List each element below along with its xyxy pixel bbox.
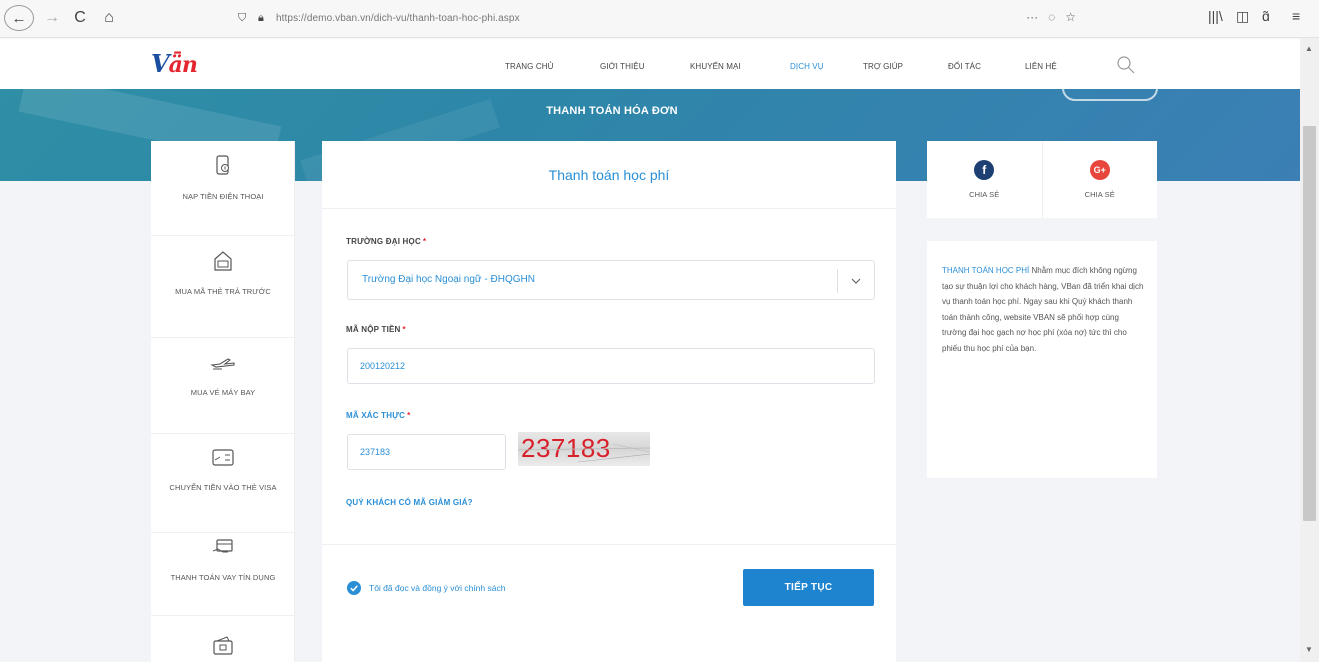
nav-khuyen-mai[interactable]: KHUYẾN MẠI bbox=[690, 62, 741, 71]
continue-button[interactable]: TIẾP TỤC bbox=[743, 569, 874, 606]
share-google-button[interactable]: G+ CHIA SẺ bbox=[1041, 141, 1158, 218]
info-highlight: THANH TOÁN HỌC PHÍ bbox=[942, 266, 1030, 275]
captcha-input[interactable]: 237183 bbox=[347, 434, 506, 470]
sidebar-item-ve-may-bay[interactable]: MUA VÉ MÁY BAY bbox=[151, 338, 295, 434]
share-facebook-button[interactable]: f CHIA SẺ bbox=[927, 141, 1042, 218]
scroll-up-icon[interactable]: ▲ bbox=[1305, 44, 1313, 53]
scroll-thumb[interactable] bbox=[1303, 126, 1316, 521]
nav-dich-vu[interactable]: DỊCH VỤ bbox=[790, 62, 824, 71]
extension-icon[interactable]: ɑ̃ bbox=[1262, 8, 1270, 24]
captcha-label: MÃ XÁC THỰC * bbox=[346, 411, 411, 420]
share-card: f CHIA SẺ G+ CHIA SẺ bbox=[927, 141, 1157, 218]
service-sidebar: NẠP TIỀN ĐIỆN THOẠI MUA MÃ THẺ TRẢ TRƯỚC… bbox=[151, 141, 295, 662]
pocket-icon[interactable]: ◌ bbox=[1048, 10, 1055, 24]
share-google-label: CHIA SẺ bbox=[1084, 190, 1115, 199]
sidebar-item-nap-tien[interactable]: NẠP TIỀN ĐIỆN THOẠI bbox=[151, 141, 295, 236]
payment-code-input[interactable]: 200120212 bbox=[347, 348, 875, 384]
info-body: Nhằm mục đích không ngừng tạo sự thuận l… bbox=[942, 266, 1144, 353]
payment-form-card: Thanh toán học phí TRƯỜNG ĐẠI HỌC * Trườn… bbox=[322, 141, 896, 662]
browser-toolbar: ← → C ⌂ ⛉ 🔒︎ https://demo.vban.vn/dich-v… bbox=[0, 0, 1319, 38]
prepaid-card-icon bbox=[214, 251, 232, 271]
nav-tro-giup[interactable]: TRỢ GIÚP bbox=[863, 62, 903, 71]
tracking-shield-icon[interactable]: ⛉ bbox=[238, 12, 252, 25]
search-icon[interactable] bbox=[1115, 54, 1137, 76]
sidebar-item-vay-tin-dung[interactable]: THANH TOÁN VAY TÍN DỤNG bbox=[151, 533, 295, 616]
hamburger-menu-icon[interactable]: ≡ bbox=[1292, 8, 1300, 24]
checked-circle-icon[interactable] bbox=[347, 581, 361, 595]
phone-topup-icon bbox=[216, 155, 229, 175]
page-actions-icon[interactable]: ··· bbox=[1026, 10, 1038, 24]
page-scrollbar[interactable]: ▲ ▼ bbox=[1300, 38, 1319, 662]
sidebar-item-more[interactable] bbox=[151, 616, 295, 662]
airplane-icon bbox=[210, 358, 235, 370]
scroll-down-icon[interactable]: ▼ bbox=[1305, 645, 1313, 654]
banner-title: THANH TOÁN HÓA ĐƠN bbox=[546, 105, 678, 117]
sidebar-toggle-icon[interactable]: ◫ bbox=[1236, 8, 1249, 25]
payment-code-label: MÃ NỘP TIỀN * bbox=[346, 325, 406, 334]
facebook-icon: f bbox=[974, 160, 995, 180]
nav-lien-he[interactable]: LIÊN HỆ bbox=[1025, 62, 1057, 71]
sidebar-item-label: MUA VÉ MÁY BAY bbox=[190, 388, 256, 397]
form-title: Thanh toán học phí bbox=[322, 141, 896, 209]
home-button[interactable]: ⌂ bbox=[97, 6, 121, 30]
lock-icon[interactable]: 🔒︎ bbox=[258, 12, 274, 25]
sidebar-item-label: MUA MÃ THẺ TRẢ TRƯỚC bbox=[175, 287, 271, 296]
library-icon[interactable]: |||\ bbox=[1208, 8, 1223, 24]
wallet-icon bbox=[213, 636, 233, 655]
sidebar-item-label: NẠP TIỀN ĐIỆN THOẠI bbox=[182, 192, 264, 201]
university-label: TRƯỜNG ĐẠI HỌC * bbox=[346, 237, 427, 246]
university-select[interactable]: Trường Đại học Ngoại ngữ - ĐHQGHN bbox=[347, 260, 875, 300]
forward-button[interactable]: → bbox=[42, 6, 62, 30]
sidebar-item-ma-the[interactable]: MUA MÃ THẺ TRẢ TRƯỚC bbox=[151, 236, 295, 338]
sidebar-item-label: THANH TOÁN VAY TÍN DỤNG bbox=[170, 573, 276, 582]
share-facebook-label: CHIA SẺ bbox=[969, 190, 1000, 199]
url-text[interactable]: https://demo.vban.vn/dich-vu/thanh-toan-… bbox=[276, 13, 520, 24]
discount-code-link[interactable]: QUÝ KHÁCH CÓ MÃ GIẢM GIÁ? bbox=[346, 498, 473, 507]
university-selected-value: Trường Đại học Ngoại ngữ - ĐHQGHN bbox=[362, 274, 535, 285]
vban-logo[interactable]: Vǟn bbox=[151, 49, 198, 78]
reload-button[interactable]: C bbox=[68, 6, 92, 30]
agree-policy-text: Tôi đã đọc và đồng ý với chính sách bbox=[369, 583, 506, 593]
captcha-image: 237183 bbox=[518, 432, 650, 466]
agree-policy-checkbox[interactable]: Tôi đã đọc và đồng ý với chính sách bbox=[347, 581, 505, 595]
back-button[interactable]: ← bbox=[4, 5, 34, 31]
nav-gioi-thieu[interactable]: GIỚI THIỆU bbox=[600, 62, 645, 71]
bookmark-star-icon[interactable]: ☆ bbox=[1065, 10, 1076, 24]
chevron-down-icon[interactable] bbox=[850, 275, 862, 287]
visa-card-icon bbox=[212, 449, 234, 466]
nav-trang-chu[interactable]: TRANG CHỦ bbox=[505, 62, 553, 71]
nav-doi-tac[interactable]: ĐỐI TÁC bbox=[948, 62, 981, 71]
url-bar[interactable]: ⛉ 🔒︎ https://demo.vban.vn/dich-vu/thanh-… bbox=[232, 5, 1090, 31]
sidebar-item-label: CHUYỂN TIỀN VÀO THẺ VISA bbox=[169, 483, 277, 492]
credit-loan-icon bbox=[212, 539, 233, 553]
info-card: THANH TOÁN HỌC PHÍ Nhằm mục đích không n… bbox=[927, 241, 1157, 478]
google-plus-icon: G+ bbox=[1089, 160, 1110, 180]
sidebar-item-visa[interactable]: CHUYỂN TIỀN VÀO THẺ VISA bbox=[151, 434, 295, 533]
